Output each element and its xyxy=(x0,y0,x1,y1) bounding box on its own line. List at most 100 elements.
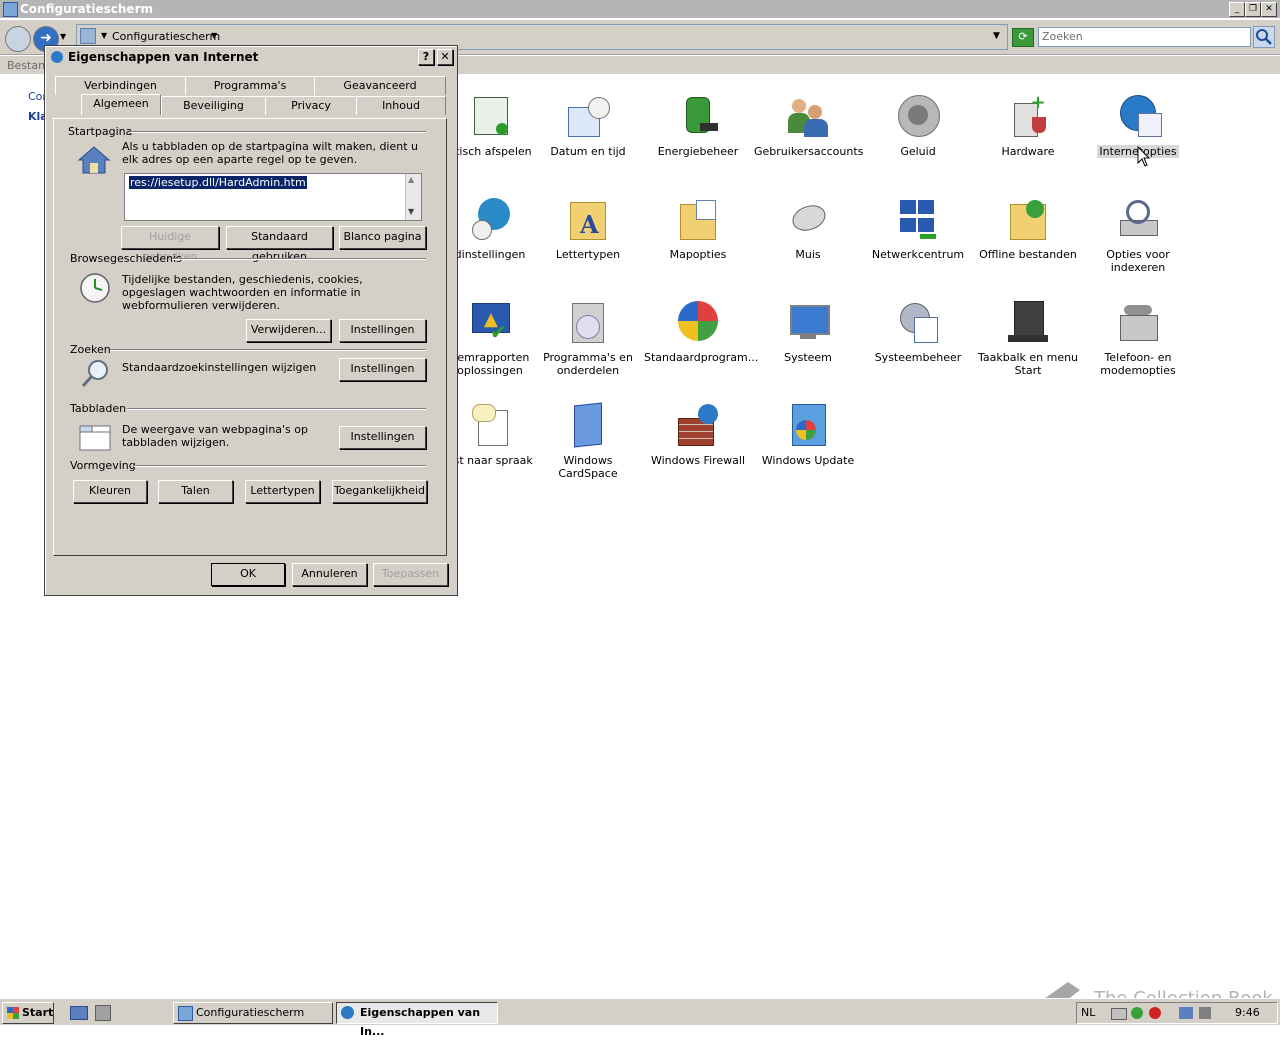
delete-history-button[interactable]: Verwijderen... xyxy=(246,319,331,342)
alert-icon[interactable] xyxy=(1149,1007,1161,1019)
network-icon xyxy=(896,198,940,242)
cp-item[interactable]: Standaardprogram... xyxy=(644,301,758,364)
speaker-icon xyxy=(896,95,940,139)
tabs-settings-button[interactable]: Instellingen xyxy=(339,426,426,449)
cp-item[interactable]: Netwerkcentrum xyxy=(864,198,972,261)
battery-plug-icon xyxy=(676,95,720,139)
cp-item[interactable]: Windows CardSpace xyxy=(534,402,642,480)
fonts-button[interactable]: Lettertypen xyxy=(245,480,320,503)
scroll-down-icon[interactable]: ▼ xyxy=(408,207,414,216)
refresh-icon[interactable]: ⟳ xyxy=(1012,28,1034,47)
network-icon[interactable] xyxy=(1179,1007,1193,1019)
history-clock-icon xyxy=(79,272,111,307)
internet-options-dialog: Eigenschappen van Internet ? ✕ Verbindin… xyxy=(44,45,458,596)
firewall-icon xyxy=(676,404,720,448)
cp-item[interactable]: Gebruikersaccounts xyxy=(754,95,863,158)
cp-item[interactable]: Datum en tijd xyxy=(534,95,642,158)
search-input[interactable]: Zoeken xyxy=(1038,27,1251,47)
internet-options-icon xyxy=(341,1006,354,1019)
cp-item[interactable]: Energiebeheer xyxy=(644,95,752,158)
cp-item[interactable]: Systeem xyxy=(754,301,862,364)
search-settings-button[interactable]: Instellingen xyxy=(339,358,426,381)
cp-item[interactable]: Offline bestanden xyxy=(974,198,1082,261)
users-icon xyxy=(786,95,830,139)
homepage-value: res://iesetup.dll/HardAdmin.htm xyxy=(129,176,307,189)
language-indicator[interactable]: NL xyxy=(1081,1006,1095,1019)
cp-item[interactable]: Windows Update xyxy=(754,404,862,467)
keyboard-icon[interactable] xyxy=(1111,1008,1127,1020)
help-button[interactable]: ? xyxy=(418,49,434,65)
show-desktop-icon[interactable] xyxy=(70,1006,88,1020)
cp-item[interactable]: Muis xyxy=(754,198,862,261)
use-current-button[interactable]: Huidige gebruiken xyxy=(121,226,219,263)
speech-icon xyxy=(468,404,512,448)
tab-programs[interactable]: Programma's xyxy=(185,76,315,95)
taskbar-item-internet-options[interactable]: Eigenschappen van In... xyxy=(336,1002,498,1038)
tab-advanced[interactable]: Geavanceerd xyxy=(314,76,446,95)
cp-item[interactable]: Taakbalk en menu Start xyxy=(974,301,1082,377)
close-button[interactable]: ✕ xyxy=(1261,2,1277,17)
tab-content[interactable]: Inhoud xyxy=(356,96,446,115)
address-crumb[interactable]: Configuratiescherm xyxy=(112,30,220,43)
calendar-clock-icon xyxy=(566,95,610,139)
update-icon xyxy=(786,404,830,448)
close-button[interactable]: ✕ xyxy=(437,49,453,65)
cancel-button[interactable]: Annuleren xyxy=(292,563,367,586)
cp-item[interactable]: Windows Firewall xyxy=(644,404,752,467)
main-window-title: Configuratiescherm xyxy=(20,2,153,16)
history-settings-button[interactable]: Instellingen xyxy=(339,319,426,342)
admin-tools-icon xyxy=(896,301,940,345)
taskbar-icon xyxy=(1006,301,1050,345)
clock[interactable]: 9:46 xyxy=(1235,1006,1260,1019)
taskbar-item-control-panel[interactable]: Configuratiescherm xyxy=(173,1002,333,1024)
chevron-down-icon[interactable]: ▼ xyxy=(60,32,66,41)
address-dropdown-icon[interactable]: ▼ xyxy=(993,31,1000,41)
start-button[interactable]: Start xyxy=(2,1002,54,1024)
apply-button[interactable]: Toepassen xyxy=(373,563,448,586)
offline-folder-icon xyxy=(1006,198,1050,242)
section-appearance-label: Vormgeving xyxy=(70,459,136,472)
cp-item[interactable]: Mapopties xyxy=(644,198,752,261)
server-manager-icon[interactable] xyxy=(95,1005,111,1021)
section-divider xyxy=(172,258,426,260)
cp-item[interactable]: Telefoon- en modemopties xyxy=(1084,301,1192,377)
section-divider xyxy=(127,408,426,410)
cp-item[interactable]: Systeembeheer xyxy=(864,301,972,364)
security-icon[interactable] xyxy=(1131,1007,1143,1019)
house-icon xyxy=(77,145,111,178)
scroll-up-icon[interactable]: ▲ xyxy=(408,175,414,184)
tab-privacy[interactable]: Privacy xyxy=(265,96,357,115)
taskbar: Start Configuratiescherm Eigenschappen v… xyxy=(0,998,1280,1038)
system-tray: NL 9:46 xyxy=(1076,1002,1278,1024)
maximize-button[interactable]: ❐ xyxy=(1245,2,1261,17)
minimize-button[interactable]: _ xyxy=(1229,2,1245,17)
use-blank-button[interactable]: Blanco pagina xyxy=(339,226,426,249)
ok-button[interactable]: OK xyxy=(211,563,285,586)
cp-item[interactable]: + Hardware xyxy=(974,94,1082,159)
cp-item[interactable]: A Lettertypen xyxy=(534,198,642,261)
accessibility-button[interactable]: Toegankelijkheid xyxy=(332,480,427,503)
cp-item[interactable]: Geluid xyxy=(864,95,972,158)
back-button[interactable] xyxy=(5,26,31,52)
colors-button[interactable]: Kleuren xyxy=(73,480,147,503)
dialog-title-bar: Eigenschappen van Internet ? ✕ xyxy=(47,48,453,66)
tab-connections[interactable]: Verbindingen xyxy=(55,76,186,95)
windows-logo-icon xyxy=(7,1007,19,1019)
globe-clock-icon xyxy=(468,198,512,242)
languages-button[interactable]: Talen xyxy=(158,480,233,503)
volume-icon[interactable] xyxy=(1199,1007,1211,1019)
tab-general[interactable]: Algemeen xyxy=(81,94,161,115)
homepage-textarea[interactable]: res://iesetup.dll/HardAdmin.htm ▲ ▼ xyxy=(124,173,422,221)
main-title-bar: Configuratiescherm _ ❐ ✕ xyxy=(0,0,1280,18)
cp-item[interactable]: Programma's en onderdelen xyxy=(534,301,642,377)
chevron-down-icon[interactable]: ▼ xyxy=(211,31,217,40)
chevron-down-icon[interactable]: ▼ xyxy=(101,31,107,40)
cp-item[interactable]: Opties voor indexeren xyxy=(1084,198,1192,274)
scrollbar[interactable]: ▲ ▼ xyxy=(405,174,421,220)
search-icon[interactable] xyxy=(1253,26,1275,48)
tab-security[interactable]: Beveiliging xyxy=(161,96,266,115)
section-divider xyxy=(130,131,426,133)
magnifier-icon xyxy=(79,358,111,393)
use-default-button[interactable]: Standaard gebruiken xyxy=(226,226,333,263)
autoplay-icon xyxy=(468,95,512,139)
